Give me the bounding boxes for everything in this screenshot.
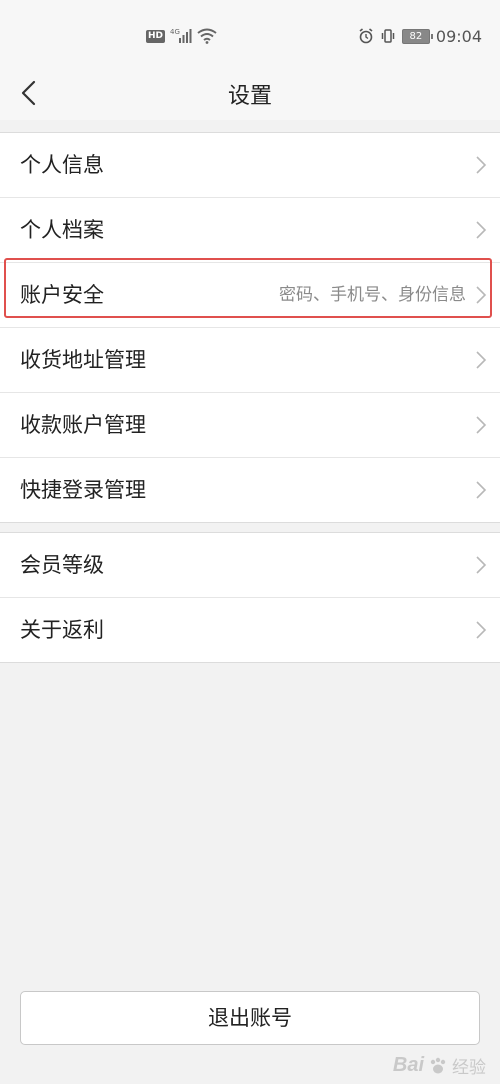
signal-icon: 4G — [170, 28, 192, 43]
settings-item-personal-profile[interactable]: 个人档案 — [0, 198, 500, 263]
vibrate-icon — [381, 29, 395, 43]
chevron-right-icon — [476, 221, 487, 239]
settings-item-shipping-address[interactable]: 收货地址管理 — [0, 328, 500, 393]
settings-item-label: 收款账户管理 — [20, 413, 146, 437]
settings-item-subtitle: 密码、手机号、身份信息 — [279, 285, 466, 305]
battery-icon: 82 — [401, 28, 433, 44]
chevron-right-icon — [476, 286, 487, 304]
settings-item-label: 个人信息 — [20, 153, 104, 177]
chevron-right-icon — [476, 556, 487, 574]
status-time: 09:04 — [435, 26, 482, 46]
settings-item-quick-login[interactable]: 快捷登录管理 — [0, 458, 500, 522]
wifi-icon — [197, 28, 217, 44]
status-left-icons: HD 4G — [146, 26, 217, 46]
settings-group-account: 个人信息 个人档案 账户安全 密码、手机号、身份信息 收货地址管理 收款账户管理… — [0, 132, 500, 523]
settings-group-about: 会员等级 关于返利 — [0, 532, 500, 663]
logout-button[interactable]: 退出账号 — [20, 991, 480, 1045]
settings-item-about-rebate[interactable]: 关于返利 — [0, 598, 500, 662]
settings-item-personal-info[interactable]: 个人信息 — [0, 133, 500, 198]
battery-level: 82 — [409, 30, 423, 42]
alarm-icon — [359, 28, 373, 44]
chevron-right-icon — [476, 416, 487, 434]
settings-item-label: 会员等级 — [20, 553, 104, 577]
watermark-brand: Bai — [392, 1054, 424, 1076]
settings-item-label: 快捷登录管理 — [20, 478, 146, 502]
settings-item-label: 个人档案 — [20, 218, 104, 242]
chevron-right-icon — [476, 351, 487, 369]
network-type-label: 4G — [170, 28, 180, 36]
nav-bar: 设置 — [0, 72, 500, 120]
watermark-suffix: 经验 — [452, 1058, 486, 1077]
settings-item-label: 账户安全 — [20, 283, 104, 307]
paw-icon — [430, 1057, 446, 1073]
hd-icon: HD — [146, 29, 166, 43]
settings-item-label: 关于返利 — [20, 618, 104, 642]
settings-item-payment-account[interactable]: 收款账户管理 — [0, 393, 500, 458]
settings-item-membership-level[interactable]: 会员等级 — [0, 533, 500, 598]
page-title: 设置 — [227, 84, 272, 109]
settings-item-account-security[interactable]: 账户安全 密码、手机号、身份信息 — [0, 263, 500, 328]
chevron-right-icon — [476, 621, 487, 639]
chevron-right-icon — [476, 156, 487, 174]
status-right-icons: 82 09:04 — [358, 26, 482, 46]
status-bar: HD 4G 82 09:04 — [0, 0, 500, 72]
chevron-right-icon — [476, 481, 487, 499]
settings-item-label: 收货地址管理 — [20, 348, 146, 372]
watermark: Bai 经验 — [393, 1053, 486, 1078]
